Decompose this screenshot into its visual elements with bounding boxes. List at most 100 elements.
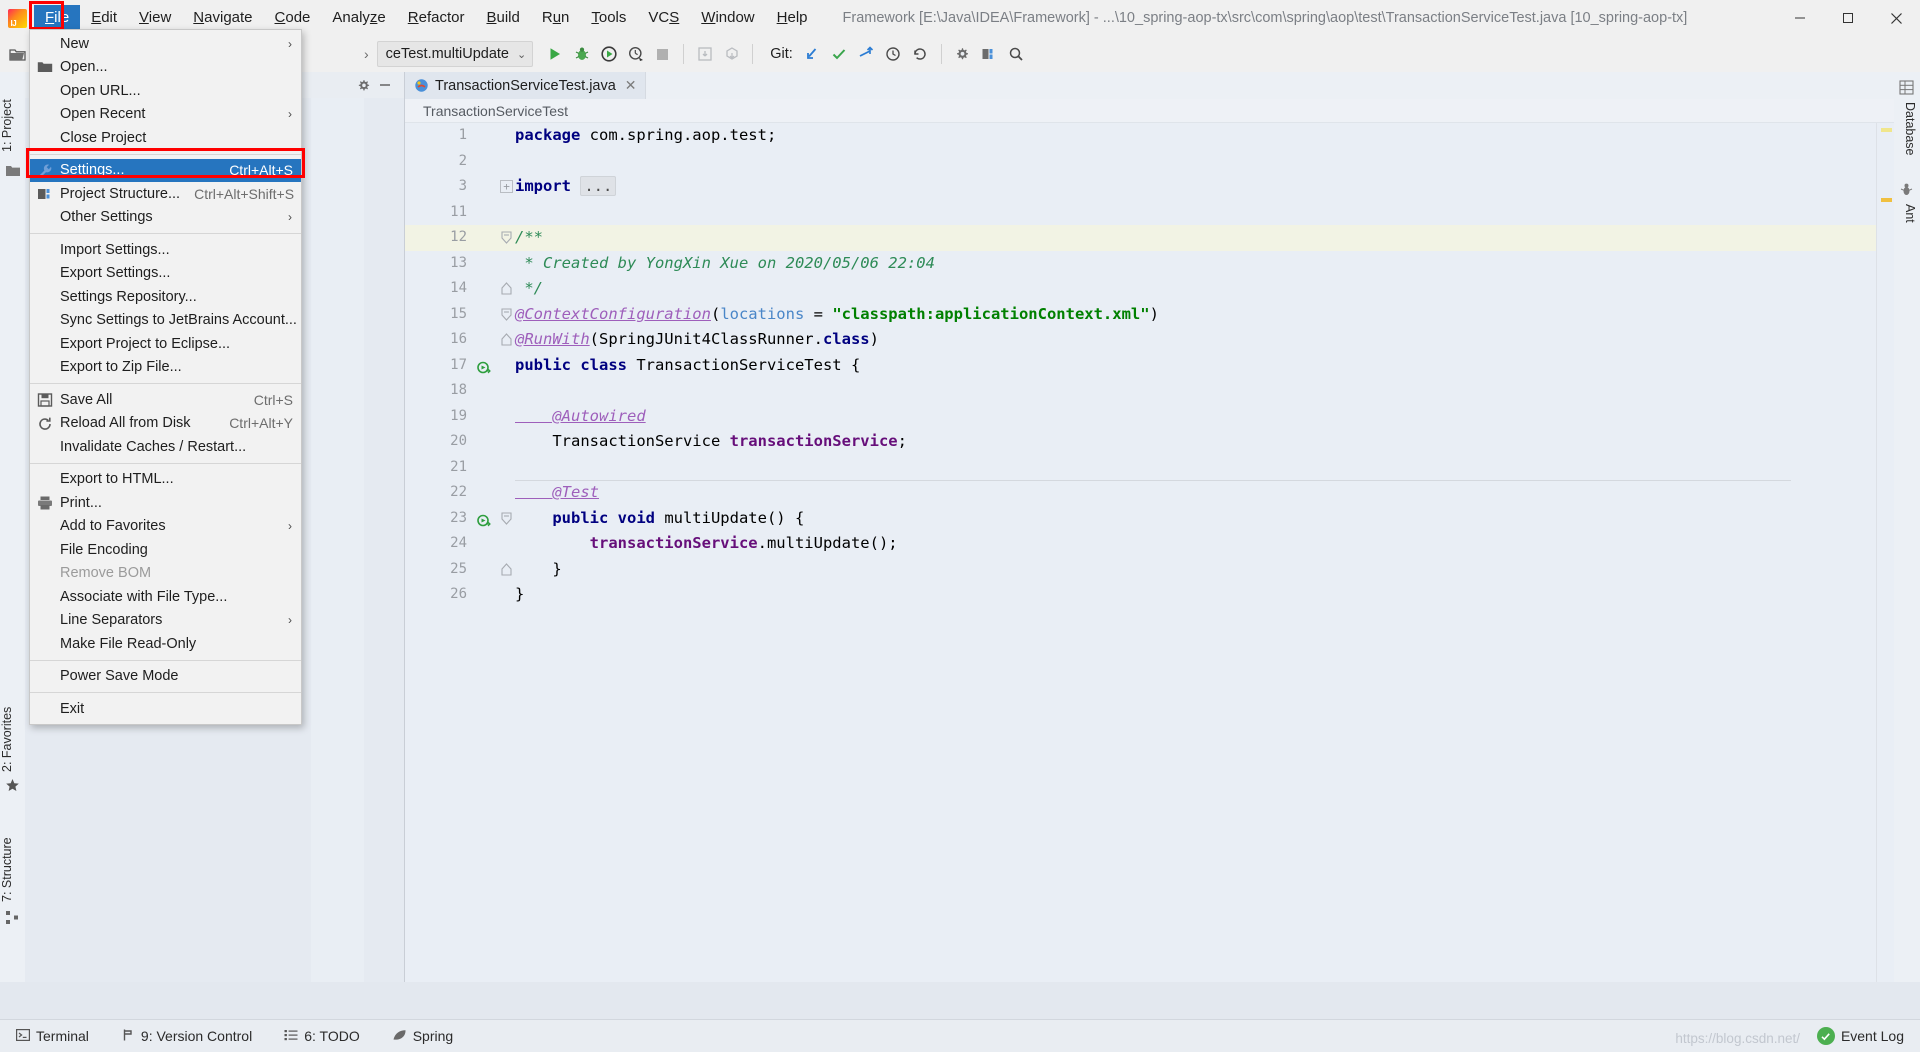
code-line[interactable]: 13 * Created by YongXin Xue on 2020/05/0…: [405, 251, 1894, 277]
file-menu-item-reload-all-from-disk[interactable]: Reload All from Disk Ctrl+Alt+Y: [30, 412, 301, 436]
stop-button[interactable]: [649, 41, 676, 68]
menu-tools[interactable]: Tools: [580, 5, 637, 31]
menu-build[interactable]: Build: [475, 5, 530, 31]
file-menu-dropdown[interactable]: New › Open... Open URL... Open Recent › Close …: [29, 29, 302, 725]
file-menu-item-other-settings[interactable]: Other Settings ›: [30, 206, 301, 230]
database-grid-icon[interactable]: [1899, 80, 1915, 96]
git-push-icon[interactable]: [853, 41, 880, 68]
file-menu-item-line-separators[interactable]: Line Separators ›: [30, 609, 301, 633]
file-menu-item-import-settings[interactable]: Import Settings...: [30, 238, 301, 262]
editor-tab-transactionservicetest[interactable]: TransactionServiceTest.java ✕: [405, 72, 646, 99]
fold-end-icon[interactable]: [500, 562, 513, 576]
status-item-terminal[interactable]: Terminal: [0, 1028, 105, 1045]
menu-file[interactable]: File: [34, 5, 81, 31]
sidebar-tab-structure[interactable]: 7: Structure: [0, 822, 25, 902]
code-line[interactable]: 2: [405, 149, 1894, 175]
debug-button[interactable]: [568, 41, 595, 68]
error-stripe[interactable]: [1876, 123, 1894, 982]
star-icon[interactable]: [5, 778, 21, 794]
menu-vcs[interactable]: VCS: [637, 5, 690, 31]
structure-icon[interactable]: [5, 910, 21, 926]
sidebar-tab-project[interactable]: 1: Project: [0, 82, 25, 152]
project-structure-icon[interactable]: [976, 41, 1003, 68]
menu-refactor[interactable]: Refactor: [397, 5, 476, 31]
code-line[interactable]: 14 */: [405, 276, 1894, 302]
ant-icon[interactable]: [1899, 182, 1915, 198]
code-line[interactable]: 16 @RunWith(SpringJUnit4ClassRunner.class…: [405, 327, 1894, 353]
menu-edit[interactable]: Edit: [80, 5, 128, 31]
menu-navigate[interactable]: Navigate: [182, 5, 263, 31]
fold-end-icon[interactable]: [500, 333, 513, 346]
file-menu-item-invalidate-caches-restart[interactable]: Invalidate Caches / Restart...: [30, 435, 301, 459]
file-menu-item-settings-repository[interactable]: Settings Repository...: [30, 285, 301, 309]
file-menu-item-export-to-zip-file[interactable]: Export to Zip File...: [30, 356, 301, 380]
stripe-warning-marker-2[interactable]: [1881, 198, 1892, 202]
menu-analyze[interactable]: Analyze: [321, 5, 396, 31]
status-item-spring[interactable]: Spring: [376, 1028, 469, 1045]
menu-window[interactable]: Window: [690, 5, 765, 31]
settings-gear-icon[interactable]: [949, 41, 976, 68]
fold-collapse-icon[interactable]: [500, 231, 513, 244]
hide-panel-icon[interactable]: [374, 74, 396, 96]
run-configuration-selector[interactable]: ceTest.multiUpdate ⌄: [376, 41, 534, 67]
maximize-button[interactable]: [1824, 0, 1872, 36]
git-commit-icon[interactable]: [826, 41, 853, 68]
code-line[interactable]: 1 package com.spring.aop.test;: [405, 123, 1894, 149]
sidebar-tab-ant[interactable]: Ant: [1903, 204, 1917, 223]
minimize-button[interactable]: [1776, 0, 1824, 36]
code-line[interactable]: 20 TransactionService transactionService…: [405, 429, 1894, 455]
status-item-event-log[interactable]: Event Log: [1801, 1027, 1920, 1045]
run-test-gutter-icon[interactable]: [477, 511, 491, 526]
commit-icon[interactable]: [718, 41, 745, 68]
run-with-coverage-button[interactable]: [595, 41, 622, 68]
code-line[interactable]: 3 + import ...: [405, 174, 1894, 200]
run-button[interactable]: [541, 41, 568, 68]
code-line[interactable]: 17 public class TransactionServiceTest {: [405, 353, 1894, 379]
menu-code[interactable]: Code: [264, 5, 322, 31]
close-button[interactable]: [1872, 0, 1920, 36]
code-editor[interactable]: 1 package com.spring.aop.test; 2 3 + import .…: [405, 123, 1894, 982]
code-line[interactable]: 25 }: [405, 557, 1894, 583]
file-menu-item-settings[interactable]: Settings... Ctrl+Alt+S: [30, 158, 301, 182]
project-settings-gear-icon[interactable]: [352, 74, 374, 96]
file-menu-item-project-structure[interactable]: Project Structure... Ctrl+Alt+Shift+S: [30, 182, 301, 206]
code-line[interactable]: 18: [405, 378, 1894, 404]
fold-collapse-icon[interactable]: [500, 511, 513, 525]
menu-help[interactable]: Help: [766, 5, 819, 31]
search-everywhere-icon[interactable]: [1003, 41, 1030, 68]
file-menu-item-add-to-favorites[interactable]: Add to Favorites ›: [30, 515, 301, 539]
file-menu-item-export-to-html[interactable]: Export to HTML...: [30, 468, 301, 492]
fold-expand-icon[interactable]: +: [500, 180, 513, 193]
stripe-warning-marker[interactable]: [1881, 128, 1892, 132]
file-menu-item-close-project[interactable]: Close Project: [30, 126, 301, 150]
code-line[interactable]: 23 public void multiUpdate() {: [405, 506, 1894, 532]
code-line[interactable]: 15 @ContextConfiguration(locations = "cla…: [405, 302, 1894, 328]
profile-button[interactable]: [622, 41, 649, 68]
file-menu-item-associate-with-file-type[interactable]: Associate with File Type...: [30, 585, 301, 609]
git-history-icon[interactable]: [880, 41, 907, 68]
update-project-icon[interactable]: [691, 41, 718, 68]
git-revert-icon[interactable]: [907, 41, 934, 68]
file-menu-item-open-url[interactable]: Open URL...: [30, 79, 301, 103]
fold-end-icon[interactable]: [500, 282, 513, 295]
status-item-todo[interactable]: 6: TODO: [268, 1028, 376, 1045]
file-menu-item-export-project-to-eclipse[interactable]: Export Project to Eclipse...: [30, 332, 301, 356]
code-line[interactable]: 19 @Autowired: [405, 404, 1894, 430]
file-menu-item-exit[interactable]: Exit: [30, 697, 301, 721]
file-menu-item-make-file-read-only[interactable]: Make File Read-Only: [30, 632, 301, 656]
breadcrumb[interactable]: TransactionServiceTest: [405, 99, 1894, 123]
project-folder-icon[interactable]: [5, 164, 21, 180]
code-line[interactable]: 24 transactionService.multiUpdate();: [405, 531, 1894, 557]
status-item-version-control[interactable]: 9: Version Control: [105, 1028, 268, 1045]
menu-run[interactable]: Run: [531, 5, 581, 31]
file-menu-item-file-encoding[interactable]: File Encoding: [30, 538, 301, 562]
sidebar-tab-database[interactable]: Database: [1903, 102, 1917, 156]
code-line[interactable]: 22 @Test: [405, 480, 1894, 506]
file-menu-item-open[interactable]: Open...: [30, 56, 301, 80]
code-content[interactable]: 1 package com.spring.aop.test; 2 3 + import .…: [405, 123, 1894, 982]
code-line[interactable]: 12 /**: [405, 225, 1894, 251]
run-test-gutter-icon[interactable]: [477, 358, 491, 373]
file-menu-item-save-all[interactable]: Save All Ctrl+S: [30, 388, 301, 412]
file-menu-item-open-recent[interactable]: Open Recent ›: [30, 103, 301, 127]
fold-collapse-icon[interactable]: [500, 307, 513, 321]
